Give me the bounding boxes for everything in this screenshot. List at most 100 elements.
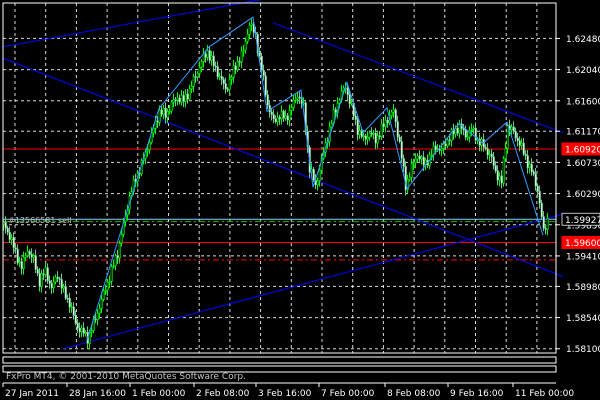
chart-canvas[interactable]: 1.62480 1.62040 1.61600 1.61170 1.60730 1.602… [0,0,600,400]
price-bar-body [190,86,193,90]
price-bar-body [244,41,247,51]
price-tick-label: 1.62040 [566,66,600,76]
price-bar-body [72,306,75,316]
price-bar-body [32,255,35,258]
price-bar-body [268,105,271,113]
price-bar-body [370,132,373,135]
price-bar-body [358,130,361,136]
price-bar-body [288,110,291,121]
price-bar-body [532,171,535,175]
price-bar-body [216,66,219,77]
price-bar-body [106,282,109,291]
price-tick-label: 1.58980 [566,283,600,293]
price-bar-body [24,255,27,258]
price-bar-body [90,330,93,333]
price-bar-body [42,273,45,276]
price-bar-body [518,140,521,146]
chart-grid [3,3,556,353]
price-bar-body [298,96,301,99]
price-bar-body [542,216,545,229]
price-bar-body [394,109,397,122]
plot-frame [2,2,557,354]
price-bar-body [200,61,203,68]
price-bar-body [120,234,123,244]
price-bar-body [262,69,265,77]
price-bar-body [534,173,537,187]
price-bar-body [204,53,207,58]
price-tick-label: 1.61170 [566,128,600,138]
price-bar-body [398,136,401,142]
price-bar-body [356,119,359,136]
price-bar-body [286,115,289,121]
price-bar-body [400,141,403,159]
price-bar-body [272,114,275,120]
price-bar-body [148,142,151,151]
price-bar-body [186,93,189,100]
channel-lines [2,0,564,350]
price-bar-body [380,123,383,137]
price-bar-body [282,110,285,119]
price-bar-body [276,117,279,123]
price-bar-body [432,145,435,156]
price-bar-body [214,65,217,68]
price-bar-body [50,283,53,289]
price-bar-body [198,67,201,74]
price-bar-body [434,145,437,151]
price-tick-label: 1.58540 [566,314,600,324]
price-bar-body [334,109,337,113]
price-bar-body [68,298,71,308]
price-bar-body [500,175,503,184]
price-bar-body [82,327,85,334]
price-bar-body [108,281,111,283]
price-bar-body [374,133,377,144]
price-bar-body [36,269,39,274]
price-bar-body [384,120,387,127]
price-bar-body [160,109,163,115]
price-bar-body [378,135,381,138]
price-bar-body [4,221,7,229]
price-bar-body [12,237,15,249]
price-tick-label: 1.59410 [566,252,600,262]
price-bar-body [530,163,533,173]
price-bar-body [278,117,281,120]
channel-line [272,22,564,134]
price-bar-body [494,165,497,171]
price-bar-body [292,99,295,108]
trading-chart-window[interactable]: 1.62480 1.62040 1.61600 1.61170 1.60730 1.602… [0,0,600,400]
price-bar-body [196,73,199,78]
price-bar-body [114,255,117,266]
price-bar-body [100,299,103,309]
price-bar-body [8,231,11,240]
price-bar-body [218,75,221,78]
price-bar-body [208,50,211,61]
chart-frame [2,2,557,384]
price-tick-label: 1.62480 [566,35,600,45]
price-bar-body [372,133,375,135]
price-bar-body [290,107,293,111]
price-bars [2,18,549,350]
price-bar-body [226,88,229,91]
price-bar-body [240,50,243,63]
price-bar-body [60,279,63,289]
price-bar-body [172,99,175,103]
price-bar-body [102,290,105,300]
time-tick-label: 27 Jan 2011 [5,389,59,399]
price-bar-body [464,129,467,138]
price-bar-body [34,255,37,270]
price-bar-body [182,95,185,102]
price-bar-body [20,261,23,270]
price-bar-body [222,79,225,84]
price-bar-body [62,286,65,289]
time-tick-label: 1 Feb 00:00 [132,389,186,399]
price-bar-body [38,273,41,287]
price-bar-body [312,169,315,181]
price-bar-body [238,60,241,63]
price-bar-body [10,237,13,240]
price-bar-body [48,280,51,284]
price-bar-body [536,185,539,192]
price-bar-body [486,148,489,156]
price-bar-body [250,23,253,26]
price-bar-body [110,266,113,282]
price-bar-body [492,156,495,166]
price-bar-body [540,202,543,217]
